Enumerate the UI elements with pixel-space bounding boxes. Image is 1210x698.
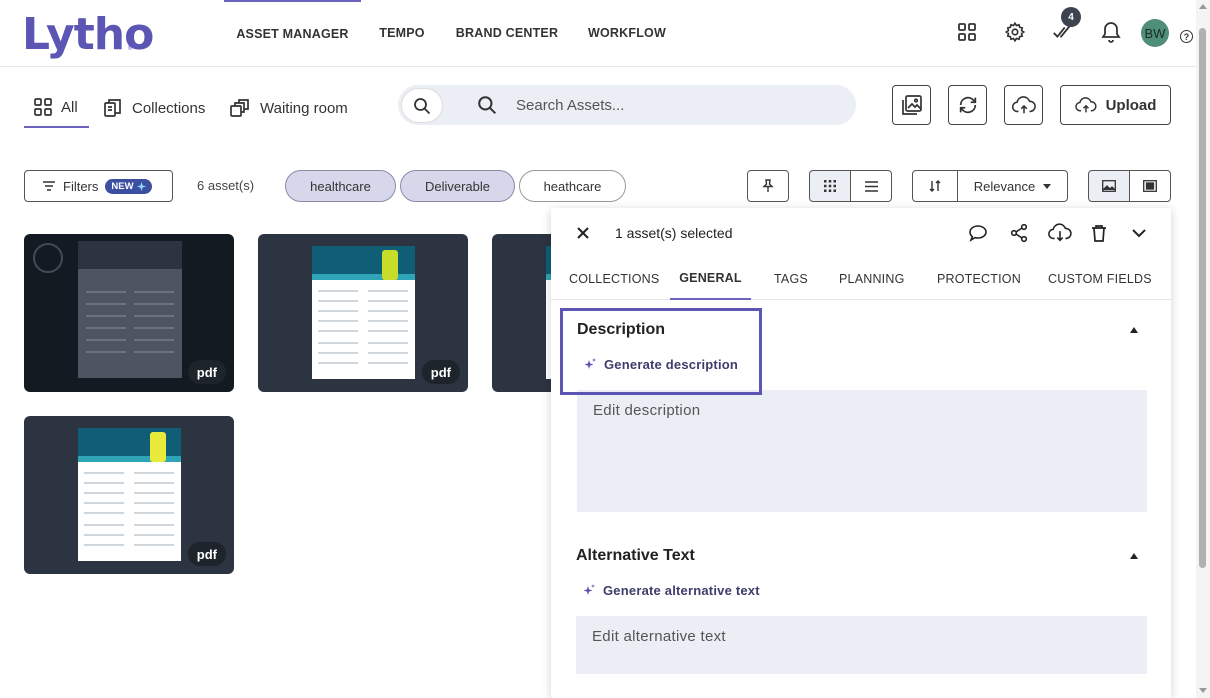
tab-collections[interactable]: COLLECTIONS bbox=[569, 258, 659, 300]
image-gallery-button[interactable] bbox=[892, 85, 931, 125]
file-type-badge: pdf bbox=[187, 542, 226, 566]
asset-card[interactable]: pdf bbox=[24, 234, 234, 392]
new-badge: NEW bbox=[105, 178, 152, 194]
tasks-count-badge: 4 bbox=[1061, 7, 1081, 27]
alt-text-field[interactable] bbox=[576, 616, 1147, 674]
cloud-download-icon[interactable] bbox=[1047, 222, 1073, 244]
panel-header: 1 asset(s) selected bbox=[551, 208, 1171, 258]
filters-button[interactable]: Filters NEW bbox=[24, 170, 173, 202]
collapse-alt-text-icon[interactable] bbox=[1130, 553, 1138, 559]
cloud-sync-button[interactable] bbox=[1004, 85, 1043, 125]
filter-chip-heathcare[interactable]: heathcare bbox=[519, 170, 626, 202]
tab-waiting-room-label: Waiting room bbox=[260, 99, 348, 117]
collections-icon bbox=[104, 99, 121, 117]
bell-icon[interactable] bbox=[1099, 20, 1123, 44]
tab-waiting-room[interactable]: Waiting room bbox=[229, 88, 348, 128]
filters-label: Filters bbox=[63, 178, 99, 194]
generate-alt-text-link[interactable]: Generate alternative text bbox=[582, 583, 760, 598]
tab-protection[interactable]: PROTECTION bbox=[937, 258, 1021, 300]
selection-title: 1 asset(s) selected bbox=[615, 225, 733, 241]
search-icon bbox=[414, 97, 431, 114]
trademark-mark: ® bbox=[128, 46, 133, 52]
panel-tabs: COLLECTIONS GENERAL TAGS PLANNING PROTEC… bbox=[551, 258, 1171, 300]
asset-card[interactable]: pdf bbox=[24, 416, 234, 574]
chevron-down-icon bbox=[1043, 183, 1052, 189]
top-bar: Lytho ® ASSET MANAGER TEMPO BRAND CENTER… bbox=[0, 0, 1196, 67]
image-fit-view-button[interactable] bbox=[1129, 170, 1171, 202]
image-fill-icon bbox=[1102, 180, 1116, 192]
tab-collections-label: Collections bbox=[132, 99, 206, 117]
asset-details-panel: 1 asset(s) selected COLLECTIONS GENERAL … bbox=[551, 208, 1171, 698]
close-icon[interactable] bbox=[572, 222, 594, 244]
grid-view-button[interactable] bbox=[809, 170, 851, 202]
apps-grid-icon[interactable] bbox=[955, 20, 979, 44]
tab-all-label: All bbox=[61, 98, 78, 116]
image-gallery-icon bbox=[901, 95, 922, 115]
tab-general[interactable]: GENERAL bbox=[670, 258, 751, 300]
highlight-frame bbox=[560, 308, 762, 395]
sort-select-label: Relevance bbox=[973, 178, 1036, 194]
list-view-button[interactable] bbox=[850, 170, 892, 202]
asset-card[interactable]: pdf bbox=[258, 234, 468, 392]
scroll-thumb[interactable] bbox=[1199, 28, 1206, 568]
sort-select[interactable]: Relevance bbox=[957, 170, 1068, 202]
pin-icon bbox=[762, 179, 774, 192]
main-nav: ASSET MANAGER TEMPO BRAND CENTER WORKFLO… bbox=[224, 0, 683, 66]
scroll-up-arrow-icon[interactable] bbox=[1199, 4, 1207, 9]
collapse-description-icon[interactable] bbox=[1130, 327, 1138, 333]
nav-brand-center[interactable]: BRAND CENTER bbox=[443, 0, 571, 66]
waiting-room-icon bbox=[230, 99, 249, 117]
filter-chip-deliverable[interactable]: Deliverable bbox=[400, 170, 515, 202]
sparkle-icon bbox=[136, 181, 146, 191]
description-field[interactable] bbox=[577, 390, 1147, 512]
new-badge-label: NEW bbox=[111, 180, 134, 192]
cloud-upload-icon bbox=[1074, 97, 1097, 113]
refresh-icon bbox=[959, 96, 976, 114]
image-fill-view-button[interactable] bbox=[1088, 170, 1130, 202]
tab-collections[interactable]: Collections bbox=[103, 88, 205, 128]
search-input[interactable] bbox=[516, 94, 836, 116]
share-icon[interactable] bbox=[1008, 222, 1030, 244]
nav-asset-manager[interactable]: ASSET MANAGER bbox=[224, 0, 361, 66]
grid-dots-icon bbox=[824, 180, 836, 192]
filter-chip-healthcare[interactable]: healthcare bbox=[285, 170, 396, 202]
refresh-button[interactable] bbox=[948, 85, 987, 125]
nav-workflow[interactable]: WORKFLOW bbox=[571, 0, 683, 66]
gear-icon[interactable] bbox=[1003, 20, 1027, 44]
pin-button[interactable] bbox=[747, 170, 789, 202]
file-type-badge: pdf bbox=[187, 360, 226, 384]
help-icon[interactable]: ? bbox=[1180, 30, 1193, 43]
grid-icon bbox=[34, 98, 52, 116]
tab-tags[interactable]: TAGS bbox=[774, 258, 808, 300]
file-type-badge: pdf bbox=[421, 360, 460, 384]
generate-alt-text-label: Generate alternative text bbox=[603, 583, 760, 598]
search-toggle-button[interactable] bbox=[401, 88, 443, 123]
filter-lines-icon bbox=[43, 181, 55, 191]
image-fit-icon bbox=[1143, 180, 1157, 192]
upload-button-label: Upload bbox=[1105, 96, 1157, 114]
tab-planning[interactable]: PLANNING bbox=[839, 258, 905, 300]
list-icon bbox=[864, 180, 878, 192]
search-icon bbox=[478, 96, 497, 115]
tab-custom-fields[interactable]: CUSTOM FIELDS bbox=[1048, 258, 1152, 300]
alt-text-heading: Alternative Text bbox=[576, 547, 695, 564]
upload-button[interactable]: Upload bbox=[1060, 85, 1171, 125]
nav-tempo[interactable]: TEMPO bbox=[361, 0, 443, 66]
lytho-logo[interactable]: Lytho bbox=[22, 9, 154, 60]
sort-direction-button[interactable] bbox=[912, 170, 958, 202]
select-checkbox[interactable] bbox=[33, 243, 63, 273]
trash-icon[interactable] bbox=[1088, 222, 1110, 244]
chevron-down-icon[interactable] bbox=[1128, 222, 1150, 244]
asset-thumbnail bbox=[78, 241, 182, 378]
asset-thumbnail bbox=[312, 246, 415, 379]
asset-thumbnail bbox=[78, 428, 181, 561]
cloud-sync-icon bbox=[1011, 96, 1036, 114]
user-avatar[interactable]: BW bbox=[1141, 19, 1169, 47]
tab-all[interactable]: All bbox=[24, 88, 89, 128]
scroll-down-arrow-icon[interactable] bbox=[1199, 688, 1207, 693]
sparkle-icon bbox=[583, 583, 595, 595]
asset-count: 6 asset(s) bbox=[197, 178, 255, 193]
sort-icon bbox=[929, 180, 941, 192]
comment-icon[interactable] bbox=[967, 222, 989, 244]
